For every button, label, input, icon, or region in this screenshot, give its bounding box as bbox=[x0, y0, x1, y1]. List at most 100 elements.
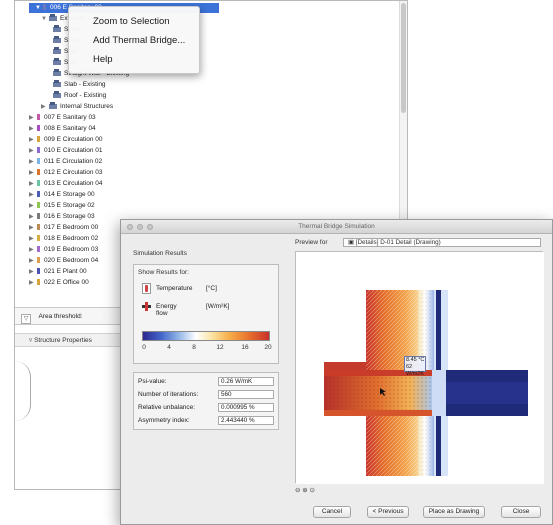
tree-row-label: 012 E Circulation 03 bbox=[44, 169, 103, 176]
building-element-icon bbox=[53, 25, 61, 32]
preview-for-select[interactable]: ▣ [Details] D-01 Detail (Drawing) bbox=[343, 238, 541, 247]
cancel-button[interactable]: Cancel bbox=[313, 506, 351, 518]
structure-group-icon bbox=[49, 102, 57, 109]
zone-color-swatch bbox=[37, 202, 40, 208]
tree-zone-row[interactable]: ▶ 009 E Circulation 00 bbox=[15, 135, 103, 145]
collapsed-triangle-icon[interactable]: ▶ bbox=[29, 267, 37, 277]
panel-edge bbox=[15, 361, 31, 421]
scrollbar-thumb[interactable] bbox=[401, 3, 406, 113]
collapsed-triangle-icon[interactable]: ▶ bbox=[29, 124, 37, 134]
building-element-icon bbox=[53, 69, 61, 76]
tree-row-label: Internal Structures bbox=[60, 103, 114, 110]
tree-row-label: 016 E Storage 03 bbox=[44, 213, 95, 220]
tree-zone-row[interactable]: ▶ 011 E Circulation 02 bbox=[15, 157, 102, 167]
temperature-unit: [°C] bbox=[206, 285, 217, 292]
tree-zone-row[interactable]: ▶ 021 E Plant 00 bbox=[15, 267, 87, 277]
thermal-preview[interactable]: 8.45 °C 62 W/m2K bbox=[295, 251, 544, 484]
zoom-toolbar[interactable]: ⊖ ⊕ ⊙ bbox=[295, 486, 315, 494]
tree-zone-row[interactable]: ▶ 012 E Circulation 03 bbox=[15, 168, 103, 178]
psi-value-field: 0.26 W/mK bbox=[218, 377, 274, 386]
preview-for-label: Preview for bbox=[295, 239, 328, 246]
tooltip-temperature: 8.45 °C bbox=[406, 357, 425, 363]
filter-icon[interactable]: ▽ bbox=[21, 314, 31, 324]
temperature-scale-bar bbox=[142, 331, 270, 341]
collapsed-triangle-icon[interactable]: ▶ bbox=[29, 256, 37, 266]
tree-row-label: 021 E Plant 00 bbox=[44, 268, 87, 275]
tree-zone-row[interactable]: ▶ 016 E Storage 03 bbox=[15, 212, 95, 222]
tree-row-label: 020 E Bedroom 04 bbox=[44, 257, 99, 264]
tree-row-label: 015 E Storage 02 bbox=[44, 202, 95, 209]
show-results-box: Show Results for: Temperature [°C] Energ… bbox=[133, 264, 279, 364]
structure-properties-label: Structure Properties bbox=[34, 337, 92, 344]
tree-row-label: 008 E Sanitary 04 bbox=[44, 125, 96, 132]
scale-tick: 0 bbox=[142, 344, 146, 351]
menu-item-add-thermal-bridge[interactable]: Add Thermal Bridge... bbox=[69, 31, 199, 50]
simulation-results-label: Simulation Results bbox=[133, 250, 187, 257]
collapsed-triangle-icon[interactable]: ▶ bbox=[29, 223, 37, 233]
collapsed-triangle-icon[interactable]: ▶ bbox=[29, 278, 37, 288]
tree-zone-row[interactable]: ▶ 008 E Sanitary 04 bbox=[15, 124, 96, 134]
place-as-drawing-button[interactable]: Place as Drawing bbox=[423, 506, 485, 518]
tree-zone-row[interactable]: ▶ 015 E Storage 02 bbox=[15, 201, 95, 211]
context-menu: Zoom to Selection Add Thermal Bridge... … bbox=[68, 6, 200, 74]
energy-flow-label: Energy flow bbox=[156, 303, 177, 317]
energy-flow-icon bbox=[142, 301, 151, 312]
building-element-icon bbox=[53, 36, 61, 43]
tree-row-label: 011 E Circulation 02 bbox=[44, 158, 103, 165]
building-element-icon bbox=[53, 91, 61, 98]
tree-row-label: 013 E Circulation 04 bbox=[44, 180, 103, 187]
collapsed-triangle-icon[interactable]: ▶ bbox=[29, 113, 37, 123]
tree-zone-row[interactable]: ▶ 022 E Office 00 bbox=[15, 278, 89, 288]
area-threshold-label: Area threshold: bbox=[38, 313, 83, 320]
expanded-triangle-icon[interactable]: ▼ bbox=[41, 14, 49, 24]
collapsed-triangle-icon[interactable]: ▶ bbox=[41, 102, 49, 112]
zone-color-swatch bbox=[37, 257, 40, 263]
menu-item-help[interactable]: Help bbox=[69, 50, 199, 69]
menu-item-zoom-to-selection[interactable]: Zoom to Selection bbox=[69, 12, 199, 31]
tree-zone-row[interactable]: ▶ 014 E Storage 00 bbox=[15, 190, 95, 200]
collapsed-triangle-icon[interactable]: ▶ bbox=[29, 146, 37, 156]
title-bar: Thermal Bridge Simulation bbox=[121, 220, 552, 234]
tree-row-label: 019 E Bedroom 03 bbox=[44, 246, 99, 253]
building-element-icon bbox=[53, 80, 61, 87]
zone-color-swatch bbox=[37, 125, 40, 131]
tree-folder-row[interactable]: ▶ Internal Structures bbox=[15, 102, 113, 112]
tree-zone-row[interactable]: ▶ 019 E Bedroom 03 bbox=[15, 245, 98, 255]
close-button[interactable]: Close bbox=[501, 506, 541, 518]
tree-zone-row[interactable]: ▶ 013 E Circulation 04 bbox=[15, 179, 103, 189]
scale-tick: 12 bbox=[216, 344, 224, 351]
tree-zone-row[interactable]: ▶ 010 E Circulation 01 bbox=[15, 146, 103, 156]
collapsed-triangle-icon[interactable]: ▶ bbox=[29, 157, 37, 167]
collapsed-triangle-icon[interactable]: ▶ bbox=[29, 201, 37, 211]
tree-row-label: 022 E Office 00 bbox=[44, 279, 89, 286]
scale-tick: 8 bbox=[192, 344, 196, 351]
collapsed-triangle-icon[interactable]: ▶ bbox=[29, 212, 37, 222]
zone-color-swatch bbox=[43, 4, 46, 10]
expanded-triangle-icon[interactable]: ▼ bbox=[35, 3, 43, 13]
tree-zone-row[interactable]: ▶ 018 E Bedroom 02 bbox=[15, 234, 98, 244]
tree-row-label: 014 E Storage 00 bbox=[44, 191, 95, 198]
preview-panel: Preview for ▣ [Details] D-01 Detail (Dra… bbox=[295, 238, 544, 494]
drawing-icon: ▣ bbox=[348, 239, 356, 246]
tree-zone-row[interactable]: ▶ 017 E Bedroom 00 bbox=[15, 223, 98, 233]
collapsed-triangle-icon[interactable]: ▶ bbox=[29, 234, 37, 244]
collapsed-triangle-icon[interactable]: ▶ bbox=[29, 135, 37, 145]
tree-zone-row[interactable]: ▶ 020 E Bedroom 04 bbox=[15, 256, 98, 266]
tree-structure-row[interactable]: Slab - Existing bbox=[15, 80, 106, 90]
previous-button[interactable]: < Previous bbox=[367, 506, 409, 518]
collapsed-triangle-icon[interactable]: ▶ bbox=[29, 245, 37, 255]
tree-row-label: 007 E Sanitary 03 bbox=[44, 114, 96, 121]
statistics-box: Psi-value: 0.26 W/mK Number of iteration… bbox=[133, 372, 279, 430]
simulation-results-panel: Simulation Results Show Results for: Tem… bbox=[133, 250, 279, 518]
tree-zone-row[interactable]: ▶ 007 E Sanitary 03 bbox=[15, 113, 96, 123]
temperature-tooltip: 8.45 °C 62 W/m2K bbox=[404, 356, 426, 377]
asymmetry-index-label: Asymmetry index: bbox=[138, 417, 190, 424]
zoom-tools-icons[interactable]: ⊖ ⊕ ⊙ bbox=[295, 487, 315, 494]
zone-color-swatch bbox=[37, 235, 40, 241]
tree-row-label: 010 E Circulation 01 bbox=[44, 147, 103, 154]
tree-structure-row[interactable]: Roof - Existing bbox=[15, 91, 106, 101]
collapsed-triangle-icon[interactable]: ▶ bbox=[29, 168, 37, 178]
zone-color-swatch bbox=[37, 224, 40, 230]
collapsed-triangle-icon[interactable]: ▶ bbox=[29, 179, 37, 189]
collapsed-triangle-icon[interactable]: ▶ bbox=[29, 190, 37, 200]
